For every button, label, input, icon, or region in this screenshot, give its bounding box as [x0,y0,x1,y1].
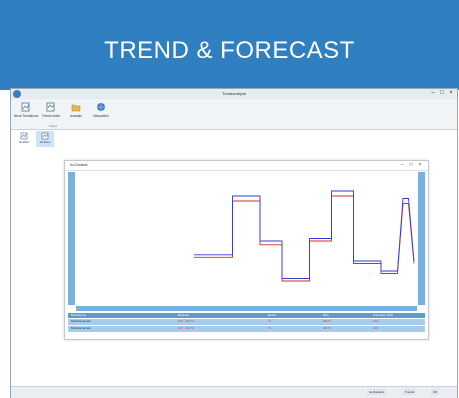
promo-banner: TREND & FORECAST [0,0,459,90]
table-cell: 460 °C [323,327,331,330]
window-titlebar: Trendanalyse – □ × [11,89,457,99]
selection-button[interactable]: Auswahl [64,101,88,125]
table-cell: °C [268,327,271,330]
x-axis[interactable] [76,306,417,311]
table-cell: 12,5 [373,327,379,330]
load-trends-label: Trends laden [41,114,61,118]
status-bar: Ist-Zustand Trends OK [11,386,457,398]
actual-state-button[interactable]: Ist-Zust. [36,131,54,147]
status-item[interactable]: Ist-Zustand [367,389,387,395]
ribbon-group-label: Trend [49,124,57,128]
series-line-1 [194,190,415,279]
table-cell: 460 °C [323,320,331,323]
col-header: Messwert [178,314,190,317]
chart-maximize-button[interactable]: □ [408,162,414,169]
table-cell: 12,5 - 10,8 °C [178,320,195,323]
folder-icon [71,104,81,112]
col-header: Grenzwert / Stufe [373,314,394,317]
chart-window: Ist-Zustand – □ × Bezeichnung Messwert E… [64,160,429,340]
table-cell: 12,5 - 10,8 °C [178,327,195,330]
banner-title: TREND & FORECAST [104,37,355,64]
trend-chart [194,190,415,282]
col-header: Einheit [268,314,276,317]
col-header: Wert [323,314,329,317]
load-trends-icon [46,102,55,112]
table-cell: °C [268,320,271,323]
chart-close-button[interactable]: × [417,162,423,169]
status-item[interactable]: Trends [403,389,417,395]
view-toolbar: Ist-Wert Ist-Zust. [11,130,457,148]
actual-value-button[interactable]: Ist-Wert [15,131,33,147]
table-cell: Bodentemperatur [71,320,92,323]
table-row[interactable]: Bodentemperatur 12,5 - 10,8 °C °C 460 °C… [68,319,425,325]
replot-button[interactable]: Neuplotten [89,101,113,125]
chart-window-titlebar: Ist-Zustand – □ × [65,161,428,171]
new-trend-label: Neue Trendkurve [14,114,39,118]
table-row[interactable]: Bodentemperatur 12,5 - 10,8 °C °C 460 °C… [68,326,425,332]
ribbon-toolbar: Neue Trendkurve Trends laden Auswahl Neu… [11,99,457,130]
chart-minimize-button[interactable]: – [399,162,405,169]
plot-area[interactable] [76,172,417,305]
load-trends-button[interactable]: Trends laden [39,101,63,125]
chart-doc-icon [20,132,28,140]
close-button[interactable]: × [447,90,455,97]
table-cell: 12,5 [373,320,379,323]
maximize-button[interactable]: □ [438,90,446,97]
selection-label: Auswahl [69,114,83,118]
y-axis-left[interactable] [68,172,75,305]
new-chart-icon [21,102,30,112]
y-axis-right[interactable] [418,172,425,305]
app-window: Trendanalyse – □ × Neue Trendkurve Trend… [10,88,458,398]
chart-doc-icon [41,132,49,140]
table-header: Bezeichnung Messwert Einheit Wert Grenzw… [68,313,425,318]
chart-window-title: Ist-Zustand [70,163,88,167]
globe-icon [97,103,105,111]
status-item[interactable]: OK [431,389,440,395]
replot-label: Neuplotten [93,114,109,118]
values-table: Bezeichnung Messwert Einheit Wert Grenzw… [68,313,425,336]
actual-state-label: Ist-Zust. [39,140,51,144]
new-trend-button[interactable]: Neue Trendkurve [14,101,38,125]
window-title: Trendanalyse [221,91,247,96]
actual-value-label: Ist-Wert [18,140,30,144]
minimize-button[interactable]: – [429,90,437,97]
col-header: Bezeichnung [71,314,86,317]
table-cell: Bodentemperatur [71,327,92,330]
